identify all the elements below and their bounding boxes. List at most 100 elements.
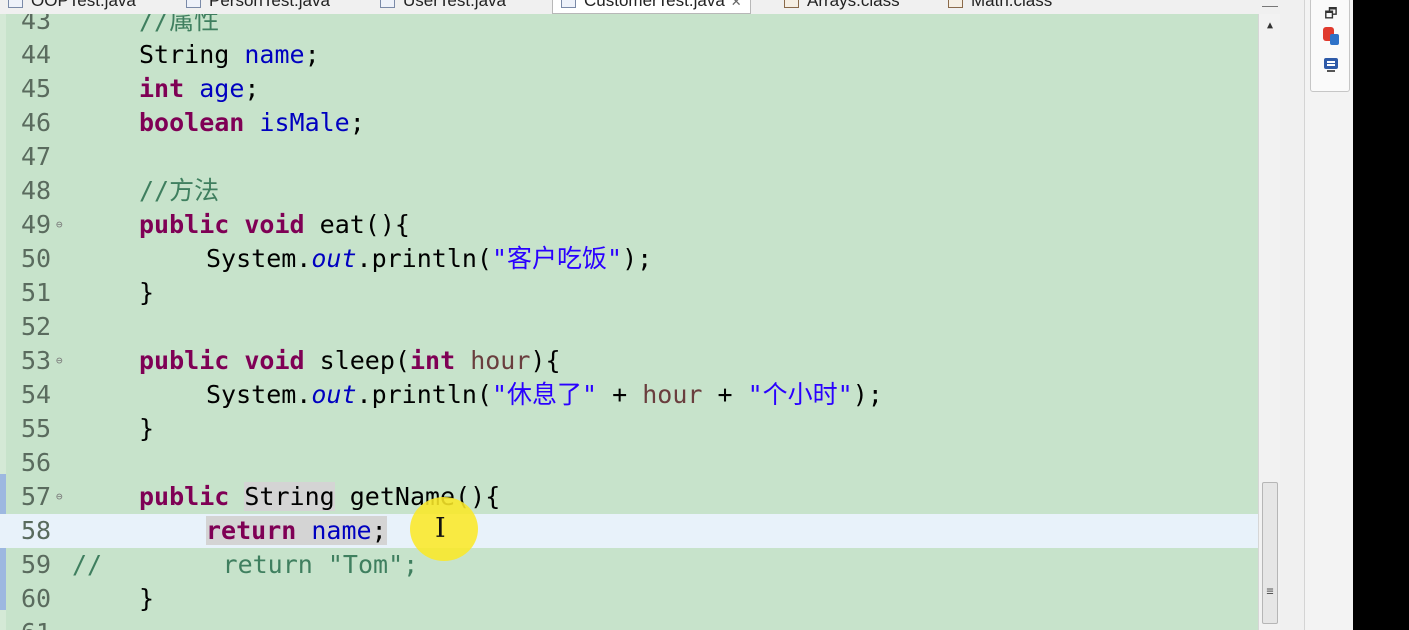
minimize-icon[interactable]	[1262, 0, 1278, 7]
line-number: 48	[21, 176, 52, 205]
line-number: 43	[21, 14, 52, 35]
java-file-icon	[8, 0, 23, 8]
scrollbar-thumb[interactable]: ≡	[1262, 482, 1278, 624]
line-number: 55	[21, 414, 52, 443]
java-file-icon	[380, 0, 395, 8]
right-toolbar: 🗗	[1304, 0, 1353, 630]
method-call: .println(	[356, 380, 492, 409]
punct: ;	[304, 40, 320, 69]
tab-label: Math.class	[971, 0, 1053, 10]
code-line: 59 // return "Tom";	[0, 548, 1258, 582]
perspective-toolbox: 🗗	[1310, 0, 1350, 92]
class-ref: System.	[206, 244, 312, 273]
scroll-up-icon[interactable]: ▲	[1259, 20, 1281, 31]
code-editor[interactable]: 43 //属性 44 String name; 45 int age; 46 b…	[0, 14, 1258, 630]
line-number: 53	[21, 346, 52, 375]
code-line: 57 ⊖ public String getName(){	[0, 480, 1258, 514]
code-line: 55 }	[0, 412, 1258, 446]
console-icon[interactable]	[1320, 55, 1342, 77]
line-number: 51	[21, 278, 52, 307]
brace: }	[139, 278, 155, 307]
line-number: 47	[21, 142, 52, 171]
code-line: 43 //属性	[0, 14, 1258, 38]
panel-gap	[1280, 0, 1304, 630]
code-line: 44 String name;	[0, 38, 1258, 72]
string-literal: "个小时"	[747, 380, 853, 409]
static-field: out	[311, 244, 357, 273]
java-file-icon	[186, 0, 201, 8]
punct: ;	[349, 108, 365, 137]
keyword: public	[139, 482, 230, 511]
type-name: String	[244, 482, 335, 511]
code-line: 45 int age;	[0, 72, 1258, 106]
class-ref: System.	[206, 380, 312, 409]
keyword: return	[206, 516, 297, 545]
string-literal: "客户吃饭"	[491, 244, 623, 273]
line-number: 49	[21, 210, 52, 239]
punct: );	[852, 380, 883, 409]
method-signature: sleep(	[319, 346, 410, 375]
line-number: 60	[21, 584, 52, 613]
code-line: 49 ⊖ public void eat(){	[0, 208, 1258, 242]
close-icon[interactable]: ✕	[731, 0, 742, 9]
static-field: out	[311, 380, 357, 409]
code-line: 53 ⊖ public void sleep(int hour){	[0, 344, 1258, 378]
parameter: hour	[470, 346, 531, 375]
line-number: 44	[21, 40, 52, 69]
tab-label: CustomerTest.java	[584, 0, 725, 10]
tab-usertest[interactable]: UserTest.java	[380, 0, 506, 13]
line-number: 45	[21, 74, 52, 103]
code-line: 52	[0, 310, 1258, 344]
grip-icon: ≡	[1266, 584, 1274, 598]
tab-persontest[interactable]: PersonTest.java	[186, 0, 330, 13]
line-number: 58	[21, 516, 52, 545]
line-number: 52	[21, 312, 52, 341]
code-line-current: 58 return name;	[0, 514, 1258, 548]
brace: }	[139, 584, 155, 613]
class-file-icon	[948, 0, 963, 8]
code-line: 56	[0, 446, 1258, 480]
parameter: hour	[642, 380, 703, 409]
fold-toggle-icon[interactable]: ⊖	[56, 208, 63, 242]
keyword: public	[139, 210, 230, 239]
tab-label: Arrays.class	[807, 0, 900, 10]
vertical-scrollbar[interactable]: ▲ ≡	[1258, 14, 1281, 630]
fold-toggle-icon[interactable]: ⊖	[56, 344, 63, 378]
keyword: public	[139, 346, 230, 375]
tab-arrays-class[interactable]: Arrays.class	[784, 0, 900, 13]
field-name: age	[199, 74, 245, 103]
tab-label: OOPTest.java	[31, 0, 136, 10]
tab-customertest[interactable]: CustomerTest.java ✕	[552, 0, 751, 14]
debug-perspective-icon[interactable]	[1320, 25, 1342, 47]
line-number: 46	[21, 108, 52, 137]
tab-ooptest[interactable]: OOPTest.java	[8, 0, 136, 13]
comment: //属性	[139, 14, 220, 35]
punct: );	[622, 244, 653, 273]
code-line: 54 System.out.println("休息了" + hour + "个小…	[0, 378, 1258, 412]
editor-tab-bar: OOPTest.java PersonTest.java UserTest.ja…	[0, 0, 1300, 15]
comment: // return "Tom";	[72, 550, 419, 579]
code-line: 47	[0, 140, 1258, 174]
code-line: 46 boolean isMale;	[0, 106, 1258, 140]
code-line: 60 }	[0, 582, 1258, 616]
class-file-icon	[784, 0, 799, 8]
method-signature: eat(){	[319, 210, 410, 239]
operator: +	[597, 380, 643, 409]
tab-math-class[interactable]: Math.class	[948, 0, 1052, 13]
code-line: 48 //方法	[0, 174, 1258, 208]
line-number: 61	[21, 616, 51, 630]
text-cursor-icon: I	[435, 513, 446, 544]
java-file-icon	[561, 0, 576, 8]
brace: }	[139, 414, 155, 443]
punct: ;	[244, 74, 260, 103]
keyword: int	[139, 74, 185, 103]
tab-label: UserTest.java	[403, 0, 506, 10]
fold-toggle-icon[interactable]: ⊖	[56, 480, 63, 514]
restore-icon[interactable]: 🗗	[1320, 3, 1342, 25]
code-line: 61	[0, 616, 1258, 630]
field-name: name	[244, 40, 305, 69]
line-number: 59	[21, 550, 52, 579]
code-line: 51 }	[0, 276, 1258, 310]
field-name: isMale	[259, 108, 350, 137]
field-name: name	[311, 516, 372, 545]
